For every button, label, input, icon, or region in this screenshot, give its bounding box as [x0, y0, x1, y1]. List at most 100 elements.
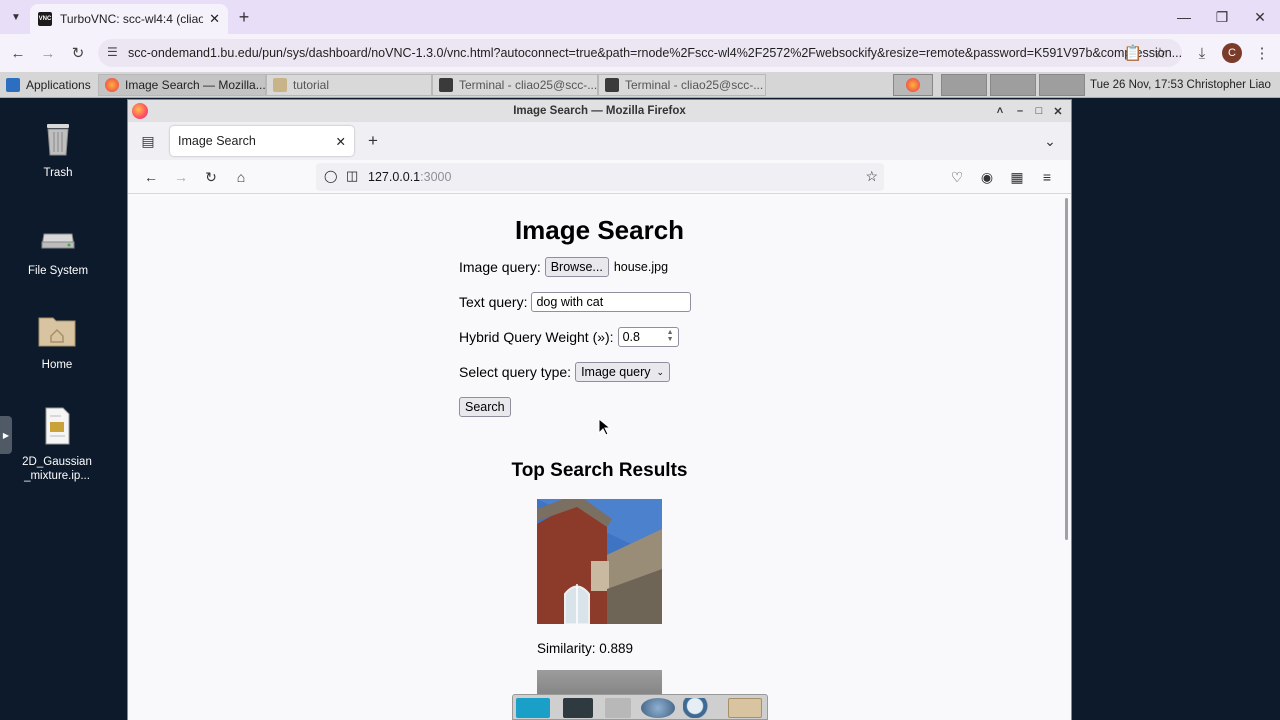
page-icon: ◫ [346, 168, 359, 183]
mouse-cursor-icon [598, 418, 612, 436]
reload-icon[interactable]: ↻ [202, 168, 220, 186]
home-icon[interactable]: ⌂ [232, 168, 250, 186]
taskbar-item-firefox[interactable]: Image Search — Mozilla... [98, 74, 266, 96]
taskbar-label: Image Search — Mozilla... [125, 78, 266, 92]
close-icon[interactable]: ✕ [209, 11, 220, 27]
chevron-down-icon: ⌄ [656, 366, 665, 377]
desktop-icon-file-system[interactable]: File System [8, 216, 108, 277]
desktop-icon-notebook[interactable]: 2D_Gaussian _mixture.ip... [7, 406, 107, 483]
new-tab-plus-icon[interactable]: + [234, 7, 254, 28]
url-port: :3000 [420, 170, 452, 184]
taskbar-item-tutorial[interactable]: tutorial [266, 74, 432, 96]
forward-arrow-icon[interactable]: → [172, 168, 190, 186]
weight-value: 0.8 [622, 330, 640, 344]
workspace-4[interactable] [1039, 74, 1085, 96]
hard-drive-icon [41, 233, 75, 249]
image-query-label: Image query: [459, 259, 541, 275]
taskbar-label: Terminal - cliao25@scc-... [459, 78, 598, 92]
desktop-icon-home[interactable]: Home [7, 310, 107, 371]
query-type-select[interactable]: Image query ⌄ [575, 362, 671, 382]
chrome-toolbar: ← → ↻ ☰ scc-ondemand1.bu.edu/pun/sys/das… [0, 34, 1280, 72]
page-title: Image Search [514, 215, 685, 245]
xfce-mouse-icon [6, 78, 20, 92]
new-tab-plus-icon[interactable]: + [364, 131, 382, 150]
back-arrow-icon[interactable]: ← [8, 43, 28, 63]
applications-menu[interactable]: Applications [0, 74, 98, 96]
desktop-icon-label: 2D_Gaussian _mixture.ip... [22, 456, 92, 482]
result-image[interactable] [537, 499, 662, 624]
shield-icon[interactable]: ◯ [324, 169, 337, 183]
desktop-icon-trash[interactable]: Trash [8, 118, 108, 179]
query-type-value: Image query [581, 365, 651, 379]
chrome-tab-title: TurboVNC: scc-wl4:4 (cliao25) [60, 12, 204, 26]
close-tab-icon[interactable]: ✕ [336, 134, 346, 149]
text-query-input[interactable]: dog with cat [531, 292, 692, 312]
extensions-puzzle-icon[interactable]: ▦ [1008, 168, 1026, 186]
folder-icon [273, 78, 287, 92]
download-icon[interactable]: ⤓ [1192, 43, 1212, 63]
window-shade-icon[interactable]: ˄ [992, 103, 1008, 119]
results-title: Top Search Results [511, 460, 688, 481]
firefox-navbar: ← → ↻ ⌂ ◯ ◫ 127.0.0.1:3000 ☆ ♡ ◉ ▦ ≡ [128, 160, 1071, 194]
window-close-icon[interactable]: ✕ [1248, 6, 1272, 28]
firefox-tabbar: ▤ Image Search ✕ + ⌄ [128, 122, 1071, 160]
image-query-row: Image query: Browse... house.jpg [459, 257, 668, 277]
account-icon[interactable]: ◉ [978, 168, 996, 186]
taskbar-item-terminal-1[interactable]: Terminal - cliao25@scc-... [432, 74, 598, 96]
side-panel-handle[interactable]: ▶ [0, 416, 12, 454]
query-type-row: Select query type: Image query ⌄ [459, 362, 671, 382]
site-settings-icon[interactable]: ☰ [107, 45, 118, 59]
chrome-tab[interactable]: VNC TurboVNC: scc-wl4:4 (cliao25) ✕ [30, 4, 228, 34]
profile-avatar[interactable]: C [1222, 43, 1242, 63]
minimize-icon[interactable]: – [1012, 103, 1028, 119]
spinner-arrows-icon[interactable]: ▲ ▼ [667, 329, 674, 343]
firefox-tab[interactable]: Image Search ✕ [170, 126, 354, 156]
show-desktop-icon[interactable] [516, 698, 550, 718]
tab-search-chevron-icon[interactable]: ▼ [6, 7, 26, 27]
vnc-icon: VNC [38, 12, 52, 26]
workspace-1[interactable] [893, 74, 933, 96]
list-tabs-chevron-icon[interactable]: ⌄ [1041, 132, 1059, 150]
text-query-row: Text query: dog with cat [459, 292, 692, 312]
bookmark-star-icon[interactable]: ☆ [865, 168, 878, 185]
firefox-titlebar[interactable]: Image Search — Mozilla Firefox ˄ – □ ✕ [128, 100, 1071, 122]
trash-icon [47, 124, 69, 156]
hamburger-menu-icon[interactable]: ≡ [1038, 168, 1056, 186]
chrome-tabstrip: ▼ VNC TurboVNC: scc-wl4:4 (cliao25) ✕ + … [0, 0, 1280, 34]
bookmark-star-icon[interactable]: ☆ [1150, 43, 1170, 63]
back-arrow-icon[interactable]: ← [142, 168, 160, 186]
selected-file-name: house.jpg [613, 260, 669, 274]
more-menu-icon[interactable]: ⋮ [1252, 43, 1272, 63]
applications-label: Applications [26, 78, 91, 92]
close-icon[interactable]: ✕ [1050, 103, 1066, 119]
workspace-3[interactable] [990, 74, 1036, 96]
web-browser-icon[interactable] [641, 698, 675, 718]
pocket-icon[interactable]: ♡ [948, 168, 966, 186]
workspace-2[interactable] [941, 74, 987, 96]
panel-clock[interactable]: Tue 26 Nov, 17:53 Christopher Liao [1088, 74, 1280, 96]
browse-button[interactable]: Browse... [544, 257, 609, 277]
search-button[interactable]: Search [459, 397, 511, 417]
terminal-icon[interactable] [563, 698, 593, 718]
reload-icon[interactable]: ↻ [68, 43, 88, 63]
chrome-address-bar[interactable]: ☰ scc-ondemand1.bu.edu/pun/sys/dashboard… [98, 39, 1182, 67]
xfce-panel: Applications Image Search — Mozilla... t… [0, 72, 1280, 98]
folder-icon[interactable] [728, 698, 762, 718]
search-row: Search [459, 397, 511, 417]
file-manager-icon[interactable] [605, 698, 631, 718]
taskbar-item-terminal-2[interactable]: Terminal - cliao25@scc-... [598, 74, 766, 96]
firefox-window: Image Search — Mozilla Firefox ˄ – □ ✕ ▤… [128, 100, 1071, 720]
maximize-icon[interactable]: □ [1031, 103, 1047, 119]
minimize-icon[interactable]: — [1172, 6, 1196, 28]
search-icon[interactable] [683, 698, 713, 718]
restore-icon[interactable]: ❐ [1210, 6, 1234, 28]
chrome-url-text: scc-ondemand1.bu.edu/pun/sys/dashboard/n… [128, 46, 1182, 60]
home-folder-icon [38, 317, 76, 347]
firefox-icon [105, 78, 119, 92]
weight-number-input[interactable]: 0.8 ▲ ▼ [617, 327, 679, 347]
clipboard-icon[interactable]: 📋 [1123, 43, 1143, 63]
forward-arrow-icon[interactable]: → [38, 43, 58, 63]
page-scrollbar[interactable] [1065, 198, 1068, 540]
firefox-address-bar[interactable]: ◯ ◫ 127.0.0.1:3000 ☆ [316, 163, 884, 191]
firefox-view-icon[interactable]: ▤ [139, 132, 157, 150]
